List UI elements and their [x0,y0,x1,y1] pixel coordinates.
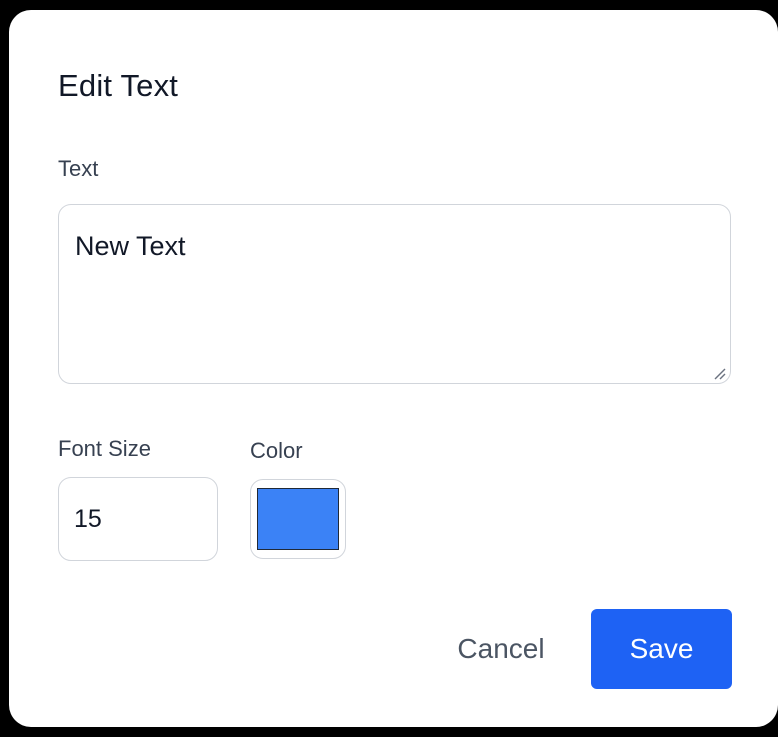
text-field-label: Text [58,156,99,181]
text-input[interactable]: New Text [58,204,731,384]
resize-handle-icon[interactable] [712,366,726,380]
color-swatch [257,488,339,550]
font-size-label: Font Size [58,436,151,461]
cancel-button[interactable]: Cancel [421,609,581,689]
color-picker[interactable] [250,479,346,559]
modal-backdrop: Edit Text Text New Text Font Size Color … [0,0,778,737]
dialog-title: Edit Text [58,68,179,103]
edit-text-dialog: Edit Text Text New Text Font Size Color … [9,10,778,727]
save-button[interactable]: Save [591,609,732,689]
font-size-input[interactable] [58,477,218,561]
color-label: Color [250,438,303,463]
